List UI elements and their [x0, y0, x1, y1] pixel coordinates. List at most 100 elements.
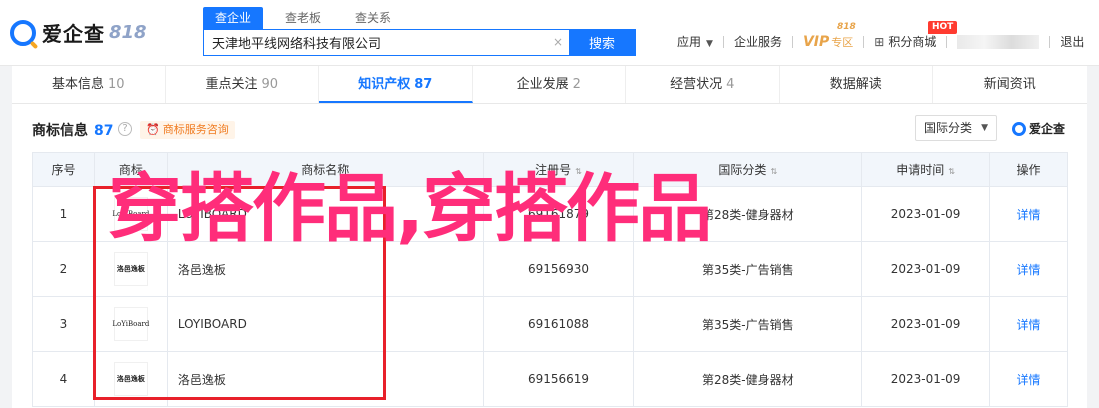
- nav-points-mall[interactable]: ⊞ 积分商城: [874, 33, 936, 50]
- cell-reg-no: 69156619: [482, 351, 635, 407]
- col-header-date-label: 申请时间: [896, 163, 945, 177]
- nav-services[interactable]: 企业服务: [734, 33, 782, 50]
- search-tab-boss[interactable]: 查老板: [273, 7, 333, 29]
- user-name-blurred[interactable]: [957, 34, 1040, 49]
- trademark-section-header: 商标信息 87 ? ⏰ 商标服务咨询 国际分类 ▼ 爱企查: [12, 114, 1087, 144]
- sort-icon: ⇅: [948, 167, 955, 176]
- tab-count: 10: [107, 77, 125, 92]
- nav-divider: [791, 35, 793, 48]
- tab-label: 重点关注: [205, 77, 258, 92]
- cell-intl-class: 第35类-广告销售: [633, 296, 863, 352]
- vip-badge: 818: [836, 21, 856, 32]
- top-header: 爱企查 818 查企业 查老板 查关系 × 搜索 应用 ▼ 企业服务 818 VI…: [0, 0, 1099, 66]
- tab-label: 数据解读: [829, 77, 882, 92]
- trademark-image[interactable]: LoYiBoard: [112, 307, 149, 341]
- overlay-watermark-text: 穿搭作品,穿搭作品: [108, 166, 712, 252]
- nav-divider: [946, 35, 948, 48]
- cell-date: 2023-01-09: [861, 351, 991, 407]
- col-header-action: 操作: [989, 152, 1068, 187]
- help-icon[interactable]: ?: [118, 122, 132, 136]
- cell-name: 洛邑逸板: [166, 351, 484, 407]
- nav-vip-zone[interactable]: 818 VIP 专区: [802, 22, 856, 50]
- tab-development[interactable]: 企业发展 2: [473, 66, 626, 103]
- vip-sub-label: 专区: [831, 35, 854, 49]
- tab-key-attention[interactable]: 重点关注 90: [166, 66, 319, 103]
- section-brand-logo: 爱企查: [1012, 120, 1065, 137]
- brand-logo[interactable]: 爱企查 818: [10, 18, 147, 47]
- cell-name: LOYIBOARD: [166, 296, 484, 352]
- search-tab-relation[interactable]: 查关系: [343, 7, 403, 29]
- nav-divider: [722, 35, 724, 48]
- tab-data-insight[interactable]: 数据解读: [780, 66, 933, 103]
- table-row: 3 LoYiBoard LOYIBOARD 69161088 第35类-广告销售…: [32, 296, 1068, 352]
- nav-divider: [1049, 35, 1051, 48]
- cell-action: 详情: [989, 186, 1068, 242]
- cell-reg-no: 69161088: [482, 296, 635, 352]
- search-box: × 搜索: [203, 29, 636, 56]
- brand-logo-icon: [1012, 121, 1026, 136]
- col-header-date[interactable]: 申请时间 ⇅: [861, 152, 991, 187]
- nav-apps-label: 应用: [677, 35, 702, 49]
- tab-operation[interactable]: 经营状况 4: [626, 66, 780, 103]
- intl-class-filter[interactable]: 国际分类 ▼: [915, 115, 997, 141]
- cell-action: 详情: [989, 351, 1068, 407]
- vip-label: VIP: [802, 33, 830, 50]
- top-nav: 应用 ▼ 企业服务 818 VIP 专区 ⊞ 积分商城 退出: [677, 22, 1084, 50]
- trademark-consult-button[interactable]: ⏰ 商标服务咨询: [140, 121, 235, 139]
- search-tab-company[interactable]: 查企业: [203, 7, 264, 29]
- section-count: 87: [94, 123, 114, 139]
- tab-label: 基本信息: [51, 77, 104, 92]
- cell-no: 4: [32, 351, 95, 407]
- cell-action: 详情: [989, 296, 1068, 352]
- chevron-down-icon: ▼: [706, 39, 713, 49]
- logout-link[interactable]: 退出: [1060, 33, 1084, 50]
- detail-link[interactable]: 详情: [1017, 263, 1041, 277]
- detail-tabs: 基本信息 10 重点关注 90 知识产权 87 企业发展 2 经营状况 4 数据解读 新闻…: [12, 66, 1087, 104]
- nav-apps[interactable]: 应用 ▼: [677, 33, 713, 50]
- cell-logo: 洛邑逸板: [93, 351, 168, 407]
- cell-intl-class: 第28类-健身器材: [633, 351, 863, 407]
- section-title: 商标信息 87: [32, 120, 113, 140]
- brand-name: 爱企查: [42, 22, 105, 46]
- points-label: 积分商城: [888, 35, 937, 49]
- tab-count: 2: [572, 77, 581, 92]
- filter-label: 国际分类: [924, 121, 973, 135]
- bell-icon: ⏰: [146, 123, 160, 136]
- brand-logo-icon: [10, 19, 36, 46]
- tab-news[interactable]: 新闻资讯: [933, 66, 1087, 103]
- search-type-tabs: 查企业 查老板 查关系: [203, 7, 413, 29]
- tab-label: 企业发展: [516, 77, 569, 92]
- tab-basic-info[interactable]: 基本信息 10: [12, 66, 166, 103]
- gift-icon: ⊞: [874, 35, 885, 49]
- col-header-no: 序号: [32, 152, 95, 187]
- cell-no: 3: [32, 296, 95, 352]
- clear-icon[interactable]: ×: [547, 30, 569, 55]
- tab-intellectual-property[interactable]: 知识产权 87: [319, 66, 473, 103]
- tab-count: 90: [261, 77, 279, 92]
- tab-label: 经营状况: [670, 77, 723, 92]
- mini-logo-text: 爱企查: [1029, 122, 1066, 136]
- chevron-down-icon: ▼: [981, 123, 988, 133]
- search-input[interactable]: [204, 30, 547, 55]
- cell-no: 2: [32, 241, 95, 297]
- detail-link[interactable]: 详情: [1017, 373, 1041, 387]
- tab-label: 知识产权: [358, 77, 411, 92]
- consult-label: 商标服务咨询: [162, 123, 229, 136]
- detail-link[interactable]: 详情: [1017, 208, 1041, 222]
- col-header-intl-class-label: 国际分类: [718, 163, 767, 177]
- tab-label: 新闻资讯: [983, 77, 1036, 92]
- nav-divider: [863, 35, 865, 48]
- cell-date: 2023-01-09: [861, 296, 991, 352]
- cell-no: 1: [32, 186, 95, 242]
- section-title-text: 商标信息: [32, 123, 88, 139]
- trademark-image[interactable]: 洛邑逸板: [113, 362, 148, 396]
- tab-count: 87: [414, 77, 433, 92]
- brand-version: 818: [109, 22, 147, 43]
- table-row: 4 洛邑逸板 洛邑逸板 69156619 第28类-健身器材 2023-01-0…: [32, 351, 1068, 407]
- detail-link[interactable]: 详情: [1017, 318, 1041, 332]
- cell-date: 2023-01-09: [861, 186, 991, 242]
- tab-count: 4: [726, 77, 735, 92]
- cell-logo: LoYiBoard: [93, 296, 168, 352]
- search-button[interactable]: 搜索: [569, 30, 635, 55]
- hot-badge: HOT: [928, 21, 958, 34]
